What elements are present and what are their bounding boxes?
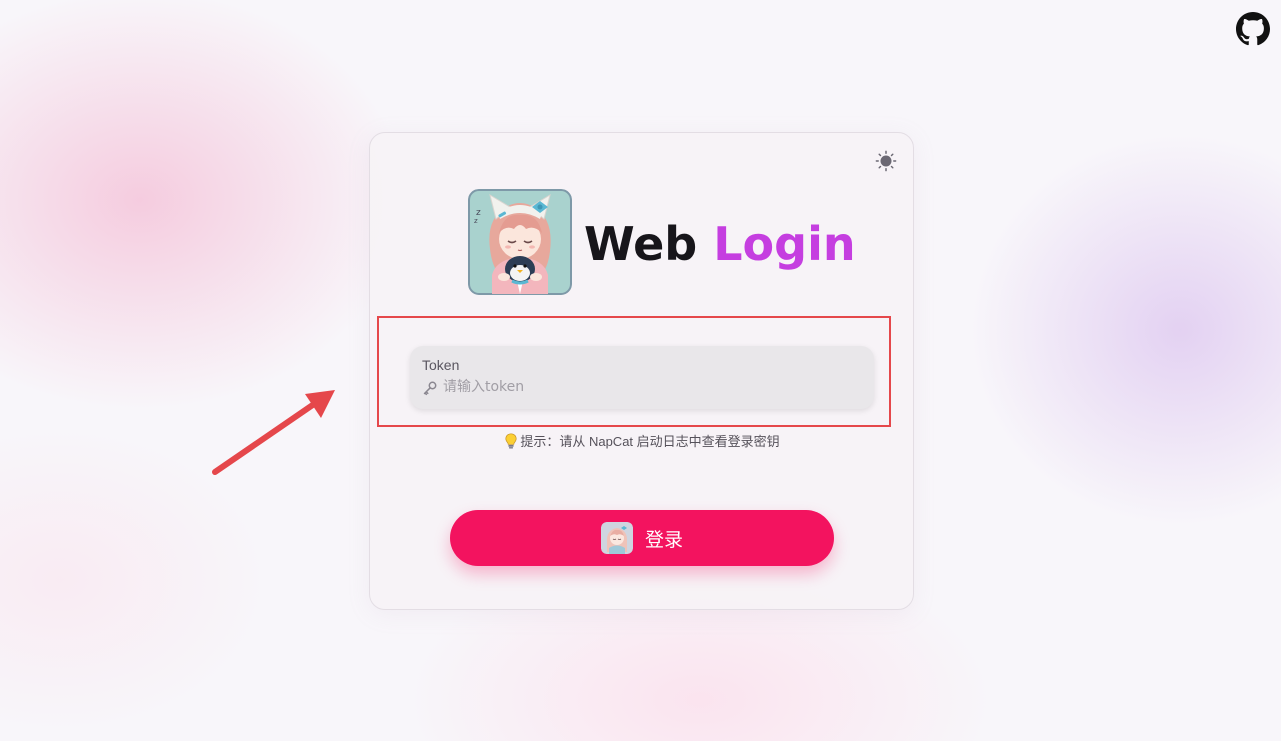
title-web: Web bbox=[584, 217, 698, 271]
login-button-label: 登录 bbox=[644, 528, 683, 551]
login-card: z z Web Login Token 提示：请从 NapCat 启动日志中查看… bbox=[369, 132, 914, 610]
token-label: Token bbox=[422, 357, 460, 373]
hint-label: 提示：请从 NapCat 启动日志中查看登录密钥 bbox=[520, 434, 780, 449]
sun-icon[interactable] bbox=[875, 150, 897, 172]
token-input[interactable] bbox=[443, 375, 853, 399]
svg-text:z: z bbox=[474, 217, 478, 225]
anime-avatar-icon bbox=[600, 522, 633, 554]
login-button[interactable]: 登录 bbox=[450, 510, 834, 566]
github-icon[interactable] bbox=[1236, 12, 1270, 46]
annotation-arrow bbox=[212, 390, 335, 475]
token-field[interactable]: Token bbox=[410, 346, 874, 409]
title-login: Login bbox=[713, 217, 856, 271]
key-icon bbox=[423, 381, 437, 396]
lightbulb-icon bbox=[505, 433, 517, 449]
hint-text: 提示：请从 NapCat 启动日志中查看登录密钥 bbox=[370, 431, 915, 450]
page-title: Web Login bbox=[584, 217, 856, 273]
anime-avatar-logo: z z bbox=[468, 189, 572, 295]
